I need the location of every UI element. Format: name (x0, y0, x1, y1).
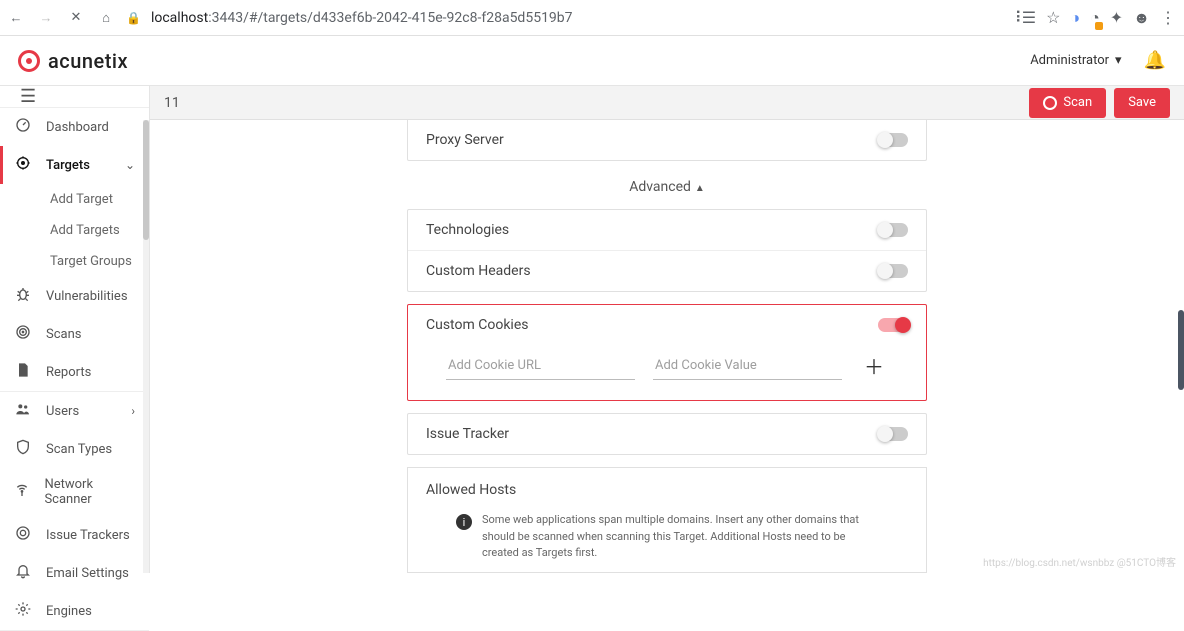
panel-label: Proxy Server (426, 132, 504, 148)
extension1-icon[interactable]: ◑ (1070, 8, 1080, 28)
shield-icon (14, 439, 32, 459)
sidebar-item-network-scanner[interactable]: Network Scanner (0, 468, 149, 516)
panel-label: Issue Tracker (426, 426, 509, 442)
page-title: 11 (164, 95, 180, 111)
sidebar-item-issue-trackers[interactable]: Issue Trackers (0, 516, 149, 554)
panel-label: Allowed Hosts (426, 482, 908, 498)
panel-label: Custom Headers (426, 263, 531, 279)
forward-icon: → (38, 10, 54, 26)
sidebar-item-vulnerabilities[interactable]: Vulnerabilities (0, 277, 149, 315)
sidebar-item-label: Targets (46, 158, 90, 173)
add-cookie-button[interactable]: ＋ (860, 351, 888, 380)
home-icon[interactable]: ⌂ (98, 10, 114, 26)
save-button[interactable]: Save (1114, 88, 1170, 118)
toggle-custom-headers[interactable] (878, 264, 908, 278)
file-icon (14, 362, 32, 382)
content-scroll: Proxy Server Advanced▲ Technologies Cust… (150, 120, 1184, 573)
main-scrollbar[interactable] (1176, 120, 1184, 573)
sidebar-item-target-groups[interactable]: Target Groups (0, 246, 149, 277)
users-icon (14, 401, 32, 421)
radar-icon (14, 324, 32, 344)
lock-icon: 🔒 (126, 11, 141, 25)
sidebar-item-label: Email Settings (46, 566, 129, 581)
brand[interactable]: acunetix (18, 49, 128, 73)
panel-technologies: Technologies (408, 210, 926, 250)
allowed-hosts-info: Some web applications span multiple doma… (482, 512, 878, 562)
tracker-icon (14, 525, 32, 545)
main-area: 11 Scan Save Proxy Server Advanced▲ (150, 86, 1184, 573)
sidebar-item-label: Engines (46, 604, 92, 619)
user-menu[interactable]: Administrator ▾ (1030, 53, 1121, 68)
sidebar-scrollbar[interactable] (143, 120, 149, 573)
browser-nav: ← → ✕ ⌂ (8, 10, 114, 26)
toggle-technologies[interactable] (878, 223, 908, 237)
menu-icon[interactable]: ⋮ (1160, 8, 1176, 27)
browser-actions: ⠸☰ ☆ ◑ ◔ ✦ ☻ ⋮ (1010, 8, 1176, 28)
cookie-value-input[interactable] (653, 352, 842, 380)
extension2-icon[interactable]: ◔ (1090, 8, 1100, 28)
star-icon[interactable]: ☆ (1046, 8, 1060, 27)
sidebar-item-label: Scans (46, 327, 81, 342)
sidebar-item-label: Scan Types (46, 442, 112, 457)
panel-label: Technologies (426, 222, 509, 238)
sidebar-item-label: Reports (46, 365, 91, 380)
profile-icon[interactable]: ☻ (1133, 8, 1150, 28)
brand-logo-icon (18, 50, 40, 72)
sidebar-item-label: Network Scanner (44, 477, 135, 507)
sidebar-item-dashboard[interactable]: Dashboard (0, 108, 149, 146)
scan-button[interactable]: Scan (1029, 88, 1106, 118)
translate-icon[interactable]: ⠸☰ (1010, 8, 1036, 27)
app-header: acunetix Administrator ▾ 🔔 (0, 36, 1184, 86)
caret-down-icon: ▾ (1115, 53, 1122, 68)
address-bar[interactable]: 🔒 localhost:3443/#/targets/d433ef6b-2042… (126, 10, 998, 26)
action-bar: 11 Scan Save (150, 86, 1184, 120)
advanced-toggle[interactable]: Advanced▲ (407, 161, 927, 209)
chevron-right-icon: › (131, 404, 135, 418)
sidebar: ☰ Dashboard Targets ⌄ Add Target Add Tar… (0, 86, 150, 573)
bell-outline-icon (14, 563, 32, 583)
toggle-custom-cookies[interactable] (878, 318, 908, 332)
gauge-icon (14, 117, 32, 137)
panel-custom-headers: Custom Headers (408, 250, 926, 291)
panel-custom-cookies: Custom Cookies ＋ (407, 304, 927, 401)
sidebar-item-scan-types[interactable]: Scan Types (0, 430, 149, 468)
sidebar-item-label: Dashboard (46, 120, 109, 135)
caret-up-icon: ▲ (695, 183, 705, 194)
back-icon[interactable]: ← (8, 10, 24, 26)
sidebar-item-label: Vulnerabilities (46, 289, 128, 304)
hamburger-icon[interactable]: ☰ (0, 86, 149, 108)
sidebar-item-reports[interactable]: Reports (0, 353, 149, 391)
toggle-proxy[interactable] (878, 133, 908, 147)
user-label: Administrator (1030, 53, 1109, 68)
chevron-down-icon: ⌄ (125, 158, 135, 172)
sidebar-item-engines[interactable]: Engines (0, 592, 149, 630)
browser-toolbar: ← → ✕ ⌂ 🔒 localhost:3443/#/targets/d433e… (0, 0, 1184, 36)
bug-icon (14, 286, 32, 306)
sidebar-item-targets[interactable]: Targets ⌄ (0, 146, 149, 184)
panel-label: Custom Cookies (426, 317, 528, 333)
stop-icon[interactable]: ✕ (68, 10, 84, 25)
crosshair-icon (14, 155, 32, 175)
toggle-issue-tracker[interactable] (878, 427, 908, 441)
panel-proxy-server: Proxy Server (408, 120, 926, 160)
sidebar-item-add-target[interactable]: Add Target (0, 184, 149, 215)
sidebar-item-scans[interactable]: Scans (0, 315, 149, 353)
sidebar-item-users[interactable]: Users › (0, 392, 149, 430)
sidebar-item-email-settings[interactable]: Email Settings (0, 554, 149, 592)
info-icon: i (456, 514, 472, 530)
sidebar-item-label: Issue Trackers (46, 528, 130, 543)
notifications-icon[interactable]: 🔔 (1144, 50, 1166, 71)
gear-icon (14, 601, 32, 621)
brand-text: acunetix (48, 49, 128, 73)
url-text: localhost:3443/#/targets/d433ef6b-2042-4… (151, 10, 573, 26)
extensions-icon[interactable]: ✦ (1110, 8, 1123, 27)
antenna-icon (14, 482, 30, 502)
cookie-url-input[interactable] (446, 352, 635, 380)
panel-allowed-hosts: Allowed Hosts i Some web applications sp… (407, 467, 927, 573)
watermark: https://blog.csdn.net/wsnbbz @51CTO博客 (983, 554, 1176, 569)
panel-issue-tracker: Issue Tracker (408, 414, 926, 454)
sidebar-item-add-targets[interactable]: Add Targets (0, 215, 149, 246)
sidebar-item-label: Users (46, 404, 79, 419)
